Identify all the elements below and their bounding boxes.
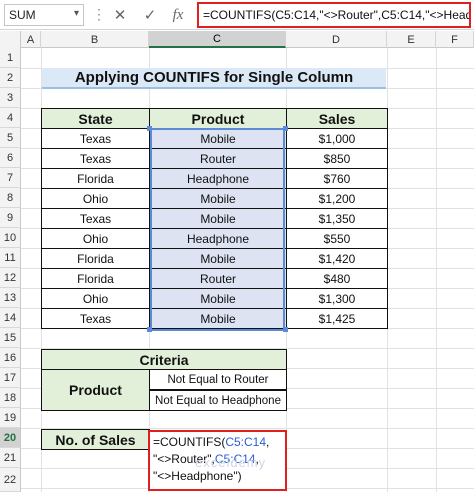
range-selection-highlight <box>150 128 285 331</box>
state-cell[interactable]: Florida <box>41 268 150 289</box>
formula-ref: C5:C14 <box>225 435 267 449</box>
row-header[interactable]: 13 <box>0 288 21 308</box>
table-header-sales[interactable]: Sales <box>286 108 388 129</box>
criteria-header[interactable]: Criteria <box>41 349 287 370</box>
formula-criteria: "<>Headphone") <box>153 469 242 483</box>
table-header-product[interactable]: Product <box>149 108 287 129</box>
criteria-label-product[interactable]: Product <box>41 369 150 411</box>
column-header-b[interactable]: B <box>41 31 149 48</box>
state-cell[interactable]: Florida <box>41 248 150 269</box>
row-header[interactable]: 17 <box>0 368 21 388</box>
sales-cell[interactable]: $1,350 <box>286 208 388 229</box>
state-cell[interactable]: Texas <box>41 208 150 229</box>
row-header[interactable]: 12 <box>0 268 21 288</box>
sales-cell[interactable]: $550 <box>286 228 388 249</box>
selection-handle[interactable] <box>147 126 152 131</box>
selection-handle[interactable] <box>283 126 288 131</box>
sales-cell[interactable]: $760 <box>286 168 388 189</box>
column-header-a[interactable]: A <box>21 31 41 48</box>
sales-cell[interactable]: $850 <box>286 148 388 169</box>
gridline <box>436 48 437 492</box>
formula-text: =COUNTIFS(C5:C14,"<>Router",C5:C14,"<>He… <box>203 8 471 22</box>
column-header-d[interactable]: D <box>286 31 387 48</box>
watermark-logo: exceldemy <box>195 455 267 470</box>
state-cell[interactable]: Florida <box>41 168 150 189</box>
row-header[interactable]: 19 <box>0 408 21 428</box>
row-header[interactable]: 6 <box>0 148 21 168</box>
criteria-value[interactable]: Not Equal to Router <box>149 369 287 390</box>
formula-fn: =COUNTIFS( <box>153 435 226 449</box>
state-cell[interactable]: Ohio <box>41 288 150 309</box>
sales-cell[interactable]: $1,000 <box>286 128 388 149</box>
sheet-title: Applying COUNTIFS for Single Column <box>42 68 386 89</box>
row-header[interactable]: 5 <box>0 128 21 148</box>
more-options-icon: ⋮ <box>92 6 106 22</box>
row-header[interactable]: 9 <box>0 208 21 228</box>
cancel-icon[interactable]: ✕ <box>108 4 132 26</box>
name-box[interactable]: SUM ▾ <box>4 4 84 26</box>
row-header[interactable]: 4 <box>0 108 21 128</box>
select-all-corner[interactable] <box>0 31 21 48</box>
formula-line: =COUNTIFS(C5:C14, <box>153 434 282 451</box>
selection-handle[interactable] <box>283 327 288 332</box>
state-cell[interactable]: Ohio <box>41 188 150 209</box>
row-header[interactable]: 18 <box>0 388 21 408</box>
row-header[interactable]: 3 <box>0 88 21 108</box>
column-header-f[interactable]: F <box>436 31 474 48</box>
sales-cell[interactable]: $480 <box>286 268 388 289</box>
column-header-e[interactable]: E <box>387 31 436 48</box>
row-header[interactable]: 10 <box>0 228 21 248</box>
enter-icon[interactable]: ✓ <box>138 4 162 26</box>
row-header[interactable]: 8 <box>0 188 21 208</box>
row-header[interactable]: 2 <box>0 68 21 88</box>
row-header[interactable]: 7 <box>0 168 21 188</box>
state-cell[interactable]: Texas <box>41 148 150 169</box>
formula-line: "<>Headphone") <box>153 468 282 485</box>
row-header[interactable]: 15 <box>0 328 21 348</box>
sales-cell[interactable]: $1,420 <box>286 248 388 269</box>
state-cell[interactable]: Texas <box>41 308 150 329</box>
row-header[interactable]: 22 <box>0 468 21 492</box>
row-header[interactable]: 14 <box>0 308 21 328</box>
row-header[interactable]: 16 <box>0 348 21 368</box>
state-cell[interactable]: Ohio <box>41 228 150 249</box>
criteria-value[interactable]: Not Equal to Headphone <box>149 390 287 411</box>
row-header[interactable]: 20 <box>0 428 21 448</box>
state-cell[interactable]: Texas <box>41 128 150 149</box>
column-header-c[interactable]: C <box>149 31 286 48</box>
sales-cell[interactable]: $1,300 <box>286 288 388 309</box>
formula-input[interactable]: =COUNTIFS(C5:C14,"<>Router",C5:C14,"<>He… <box>197 2 471 28</box>
chevron-down-icon[interactable]: ▾ <box>74 8 79 19</box>
insert-function-icon[interactable]: fx <box>166 4 190 26</box>
sales-cell[interactable]: $1,200 <box>286 188 388 209</box>
selection-handle[interactable] <box>147 327 152 332</box>
row-header[interactable]: 11 <box>0 248 21 268</box>
result-label[interactable]: No. of Sales <box>41 429 150 450</box>
formula-sep: , <box>266 435 270 449</box>
row-header[interactable]: 21 <box>0 448 21 468</box>
table-header-state[interactable]: State <box>41 108 150 129</box>
row-header[interactable]: 1 <box>0 48 21 68</box>
name-box-value: SUM <box>9 8 36 22</box>
sales-cell[interactable]: $1,425 <box>286 308 388 329</box>
